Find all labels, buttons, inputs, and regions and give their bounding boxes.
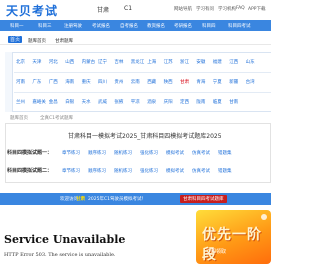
grid-divider bbox=[14, 92, 271, 93]
province-link[interactable]: 嘉峪关 bbox=[32, 99, 46, 105]
random-practice-link[interactable]: 随机练习 bbox=[114, 168, 132, 174]
province-link[interactable]: 贵州 bbox=[114, 79, 123, 85]
province-link[interactable]: 武威 bbox=[98, 99, 107, 105]
province-grid-label bbox=[5, 52, 13, 112]
province-link[interactable]: 江西 bbox=[229, 59, 238, 65]
province-link[interactable]: 新疆 bbox=[229, 79, 238, 85]
exam-row-label: 科目四模拟试题一： bbox=[7, 150, 53, 156]
province-link[interactable]: 天水 bbox=[82, 99, 91, 105]
promo-headline: 优先一阶段 bbox=[202, 227, 262, 263]
nav-item-9[interactable]: 科目四考试 bbox=[228, 23, 251, 29]
nav-item-7[interactable]: 考研报名 bbox=[174, 23, 192, 29]
top-link-app[interactable]: APP下载 bbox=[248, 6, 266, 12]
province-link[interactable]: 临夏 bbox=[213, 99, 222, 105]
welcome-suffix: 2025年C1驾驶员模拟考试！ bbox=[88, 197, 146, 202]
province-link[interactable]: 庆阳 bbox=[164, 99, 173, 105]
sequential-practice-link[interactable]: 顺序练习 bbox=[88, 150, 106, 156]
province-link[interactable]: 上海 bbox=[147, 59, 156, 65]
province-link[interactable]: 海南 bbox=[65, 79, 74, 85]
province-link[interactable]: 兰州 bbox=[16, 99, 25, 105]
province-link[interactable]: 酒泉 bbox=[147, 99, 156, 105]
nav-item-2[interactable]: 科目三 bbox=[38, 23, 52, 29]
nav-item-3[interactable]: 注册驾驶 bbox=[64, 23, 82, 29]
grid-divider bbox=[14, 72, 271, 73]
province-link[interactable]: 天津 bbox=[32, 59, 41, 65]
province-link[interactable]: 福建 bbox=[213, 59, 222, 65]
province-link[interactable]: 白银 bbox=[65, 99, 74, 105]
error-message: HTTP Error 503. The service is unavailab… bbox=[4, 252, 116, 258]
province-link[interactable]: 定西 bbox=[180, 99, 189, 105]
province-link[interactable]: 平凉 bbox=[131, 99, 140, 105]
province-link[interactable]: 河北 bbox=[49, 59, 58, 65]
nav-item-6[interactable]: 教资报名 bbox=[147, 23, 165, 29]
province-link[interactable]: 山西 bbox=[65, 59, 74, 65]
exam-row-label: 科目四模拟试题二： bbox=[7, 168, 53, 174]
province-link[interactable]: 陇南 bbox=[196, 99, 205, 105]
intensive-practice-link[interactable]: 强化练习 bbox=[140, 168, 158, 174]
province-link[interactable]: 甘肃 bbox=[180, 79, 189, 85]
chapter-practice-link[interactable]: 章节练习 bbox=[62, 150, 80, 156]
province-link[interactable]: 重庆 bbox=[82, 79, 91, 85]
province-link[interactable]: 云南 bbox=[131, 79, 140, 85]
sequential-practice-link[interactable]: 顺序练习 bbox=[88, 168, 106, 174]
chapter-practice-link[interactable]: 章节练习 bbox=[62, 168, 80, 174]
breadcrumb-item[interactable]: 题库首页 bbox=[28, 38, 46, 44]
top-link-ask[interactable]: 学习有问 bbox=[196, 6, 214, 12]
province-selector[interactable]: 甘肃 bbox=[97, 5, 109, 14]
top-link-org[interactable]: 学习机构 bbox=[218, 6, 236, 12]
province-link[interactable]: 北京 bbox=[16, 59, 25, 65]
random-practice-link[interactable]: 随机练习 bbox=[114, 150, 132, 156]
province-link[interactable]: 山东 bbox=[246, 59, 255, 65]
province-link[interactable]: 陕西 bbox=[164, 79, 173, 85]
error-title: Service Unavailable bbox=[4, 233, 126, 246]
promo-close-icon[interactable] bbox=[261, 214, 267, 220]
province-link[interactable]: 辽宁 bbox=[98, 59, 107, 65]
nav-item-8[interactable]: 科目四 bbox=[202, 23, 216, 29]
province-link[interactable]: 甘南 bbox=[229, 99, 238, 105]
nav-item-1[interactable]: 科目一 bbox=[10, 23, 24, 29]
province-link[interactable]: 江苏 bbox=[164, 59, 173, 65]
province-link[interactable]: 吉林 bbox=[114, 59, 123, 65]
content-title: 甘肃科目一模拟考试2025_甘肃科目四模拟考试题库2025 bbox=[68, 133, 222, 140]
province-link[interactable]: 河南 bbox=[16, 79, 25, 85]
mock-exam-link[interactable]: 模拟考试 bbox=[166, 150, 184, 156]
exam-bank-button[interactable]: 甘肃科目四考试题库 bbox=[180, 195, 227, 203]
tab-home[interactable]: 题库首页 bbox=[10, 115, 28, 121]
promo-banner[interactable]: 优先一阶段 立即领取 bbox=[196, 210, 271, 264]
province-link[interactable]: 青海 bbox=[196, 79, 205, 85]
tab-c1-bank[interactable]: 全真C1考试题库 bbox=[40, 115, 73, 121]
breadcrumb-item: 甘肃题库 bbox=[55, 39, 73, 44]
wrong-questions-link[interactable]: 错题集 bbox=[218, 150, 232, 156]
nav-item-4[interactable]: 考试报名 bbox=[92, 23, 110, 29]
province-link[interactable]: 浙江 bbox=[180, 59, 189, 65]
top-link-faq[interactable]: FAQ bbox=[236, 6, 245, 11]
province-link[interactable]: 张掖 bbox=[114, 99, 123, 105]
intensive-practice-link[interactable]: 强化练习 bbox=[140, 150, 158, 156]
province-link[interactable]: 四川 bbox=[98, 79, 107, 85]
province-link[interactable]: 安徽 bbox=[196, 59, 205, 65]
province-link[interactable]: 黑龙江 bbox=[131, 59, 145, 65]
simulated-exam-link[interactable]: 仿真考试 bbox=[192, 150, 210, 156]
wrong-questions-link[interactable]: 错题集 bbox=[218, 168, 232, 174]
simulated-exam-link[interactable]: 仿真考试 bbox=[192, 168, 210, 174]
province-link[interactable]: 西藏 bbox=[147, 79, 156, 85]
province-link[interactable]: 宁夏 bbox=[213, 79, 222, 85]
nav-item-5[interactable]: 自考报名 bbox=[120, 23, 138, 29]
breadcrumb-home[interactable]: 首页 bbox=[8, 36, 23, 43]
province-link[interactable]: 内蒙古 bbox=[82, 59, 96, 65]
province-link[interactable]: 金昌 bbox=[49, 99, 58, 105]
top-link-nav[interactable]: 网站导航 bbox=[174, 6, 192, 12]
province-link[interactable]: 广东 bbox=[32, 79, 41, 85]
province-link[interactable]: 台湾 bbox=[246, 79, 255, 85]
promo-cta[interactable]: 立即领取 bbox=[206, 248, 226, 255]
site-logo[interactable]: 天贝考试 bbox=[6, 2, 58, 19]
mock-exam-link[interactable]: 模拟考试 bbox=[166, 168, 184, 174]
province-link[interactable]: 广西 bbox=[49, 79, 58, 85]
welcome-province: 甘肃 bbox=[76, 197, 85, 202]
license-type-selector[interactable]: C1 bbox=[124, 5, 132, 12]
